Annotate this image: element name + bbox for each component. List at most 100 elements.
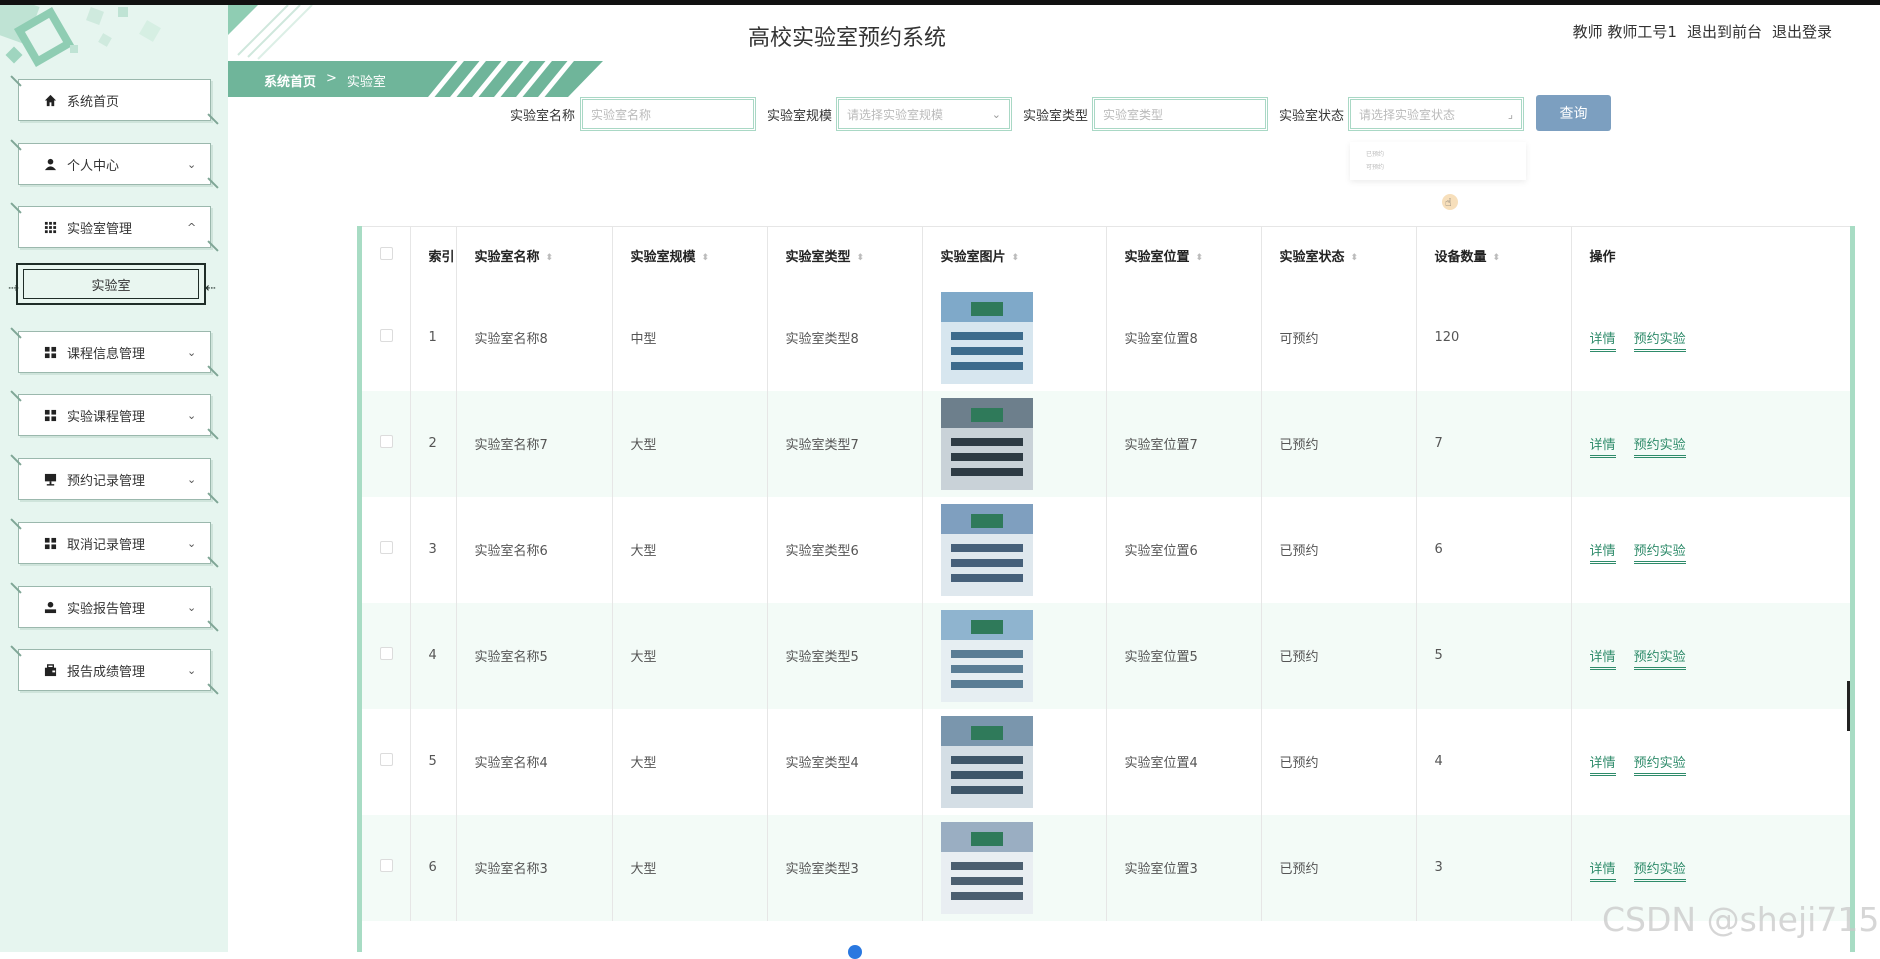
count-header[interactable]: 设备数量 ⬍ (1416, 226, 1572, 285)
scrollbar-thumb[interactable] (1847, 681, 1850, 731)
chevron-down-icon: ⌄ (187, 472, 197, 486)
sort-icon[interactable]: ⬍ (857, 253, 865, 263)
reserve-link[interactable]: 预约实验 (1633, 438, 1686, 458)
row-select-cell[interactable] (362, 496, 411, 603)
sort-icon[interactable]: ⬍ (702, 253, 710, 263)
location-header[interactable]: 实验室位置 ⬍ (1106, 226, 1262, 285)
breadcrumb: 系统首页 > 实验室 (264, 71, 386, 90)
detail-link[interactable]: 详情 (1589, 862, 1616, 882)
header-links: 教师 教师工号1 退出到前台 退出登录 (1573, 21, 1832, 42)
sort-icon[interactable]: ⬍ (1012, 253, 1020, 263)
status-option-available[interactable]: 可预约 (1366, 162, 1510, 175)
scroll-indicator (848, 945, 862, 959)
status-cell: 已预约 (1261, 496, 1417, 603)
header-decoration (228, 5, 313, 60)
sidebar-item-report-grades[interactable]: 报告成绩管理 ⌄ (18, 649, 211, 691)
reserve-link[interactable]: 预约实验 (1633, 756, 1686, 776)
sidebar-item-course-info[interactable]: 课程信息管理 ⌄ (18, 331, 211, 373)
breadcrumb-home[interactable]: 系统首页 (264, 71, 316, 90)
reserve-link[interactable]: 预约实验 (1633, 650, 1686, 670)
name-header[interactable]: 实验室名称 ⬍ (456, 226, 613, 285)
row-checkbox[interactable] (380, 435, 393, 448)
lab-image[interactable] (940, 609, 1033, 702)
chevron-down-icon: ⌄ (187, 663, 197, 677)
lab-image[interactable] (940, 821, 1033, 914)
scale-cell: 大型 (612, 390, 768, 497)
query-button[interactable]: 查询 (1536, 95, 1611, 131)
index-cell: 2 (410, 390, 457, 497)
type-cell: 实验室类型3 (767, 814, 923, 921)
status-header[interactable]: 实验室状态 ⬍ (1261, 226, 1417, 285)
lab-image[interactable] (940, 397, 1033, 490)
sidebar-item-reservation-records[interactable]: 预约记录管理 ⌄ (18, 458, 211, 500)
logout-link[interactable]: 退出登录 (1772, 21, 1832, 42)
scale-header[interactable]: 实验室规模 ⬍ (612, 226, 768, 285)
count-cell: 6 (1416, 496, 1572, 603)
lab-scale-select[interactable]: 请选择实验室规模 ⌄ (836, 97, 1012, 131)
lab-image[interactable] (940, 715, 1033, 808)
sidebar-item-lab-reports[interactable]: 实验报告管理 ⌄ (18, 586, 211, 628)
detail-link[interactable]: 详情 (1589, 544, 1616, 564)
sidebar-item-home[interactable]: 系统首页 (18, 79, 211, 121)
row-checkbox[interactable] (380, 859, 393, 872)
sidebar-item-label: 课程信息管理 (67, 346, 146, 362)
grid-icon (43, 345, 57, 359)
index-cell: 3 (410, 496, 457, 603)
breadcrumb-separator: > (326, 71, 337, 86)
name-cell: 实验室名称3 (456, 814, 613, 921)
sidebar-item-lab-management[interactable]: 实验室管理 ^ (18, 206, 211, 248)
location-cell: 实验室位置6 (1106, 496, 1262, 603)
row-checkbox[interactable] (380, 541, 393, 554)
lab-image[interactable] (940, 291, 1033, 384)
row-select-cell[interactable] (362, 390, 411, 497)
back-to-frontend-link[interactable]: 退出到前台 (1687, 21, 1762, 42)
detail-link[interactable]: 详情 (1589, 438, 1616, 458)
pointer-cursor-icon (1442, 194, 1458, 210)
sidebar-item-cancel-records[interactable]: 取消记录管理 ⌄ (18, 522, 211, 564)
detail-link[interactable]: 详情 (1589, 650, 1616, 670)
lab-image[interactable] (940, 503, 1033, 596)
sidebar-item-personal-center[interactable]: 个人中心 ⌄ (18, 143, 211, 185)
status-cell: 已预约 (1261, 814, 1417, 921)
select-all-checkbox[interactable] (380, 247, 393, 261)
reserve-link[interactable]: 预约实验 (1633, 544, 1686, 564)
count-header-label: 设备数量 (1434, 250, 1487, 266)
detail-link[interactable]: 详情 (1589, 332, 1616, 352)
sort-icon[interactable]: ⬍ (1493, 253, 1501, 263)
image-header[interactable]: 实验室图片 ⬍ (922, 226, 1107, 285)
row-select-cell[interactable] (362, 602, 411, 709)
lab-status-placeholder: 请选择实验室状态 (1359, 107, 1456, 122)
chalkboard-icon (43, 472, 57, 486)
lab-name-input[interactable]: 实验室名称 (580, 97, 756, 131)
row-checkbox[interactable] (380, 329, 393, 342)
grid-icon (43, 220, 57, 234)
type-cell: 实验室类型5 (767, 602, 923, 709)
status-cell: 可预约 (1261, 284, 1417, 391)
row-select-cell[interactable] (362, 708, 411, 815)
lab-status-select[interactable]: 请选择实验室状态 ⌟ (1348, 97, 1524, 131)
sort-icon[interactable]: ⬍ (1196, 253, 1204, 263)
status-option-reserved[interactable]: 已预约 (1366, 149, 1510, 162)
row-checkbox[interactable] (380, 647, 393, 660)
row-select-cell[interactable] (362, 284, 411, 391)
reserve-link[interactable]: 预约实验 (1633, 862, 1686, 882)
sidebar-subitem-lab[interactable]: ⇢ 实验室 ⇠ (8, 263, 216, 305)
chevron-down-icon: ⌄ (187, 536, 197, 550)
row-checkbox[interactable] (380, 753, 393, 766)
type-header[interactable]: 实验室类型 ⬍ (767, 226, 923, 285)
location-cell: 实验室位置3 (1106, 814, 1262, 921)
status-cell: 已预约 (1261, 708, 1417, 815)
sort-icon[interactable]: ⬍ (546, 253, 554, 263)
ops-header: 操作 (1571, 226, 1850, 285)
row-select-cell[interactable] (362, 814, 411, 921)
subitem-frame (23, 269, 199, 299)
sort-icon[interactable]: ⬍ (1351, 253, 1359, 263)
status-cell: 已预约 (1261, 602, 1417, 709)
sidebar-item-lab-course[interactable]: 实验课程管理 ⌄ (18, 394, 211, 436)
detail-link[interactable]: 详情 (1589, 756, 1616, 776)
reserve-link[interactable]: 预约实验 (1633, 332, 1686, 352)
location-header-label: 实验室位置 (1124, 250, 1190, 266)
count-cell: 3 (1416, 814, 1572, 921)
lab-type-input[interactable]: 实验室类型 (1092, 97, 1268, 131)
select-all-header[interactable] (362, 226, 411, 285)
